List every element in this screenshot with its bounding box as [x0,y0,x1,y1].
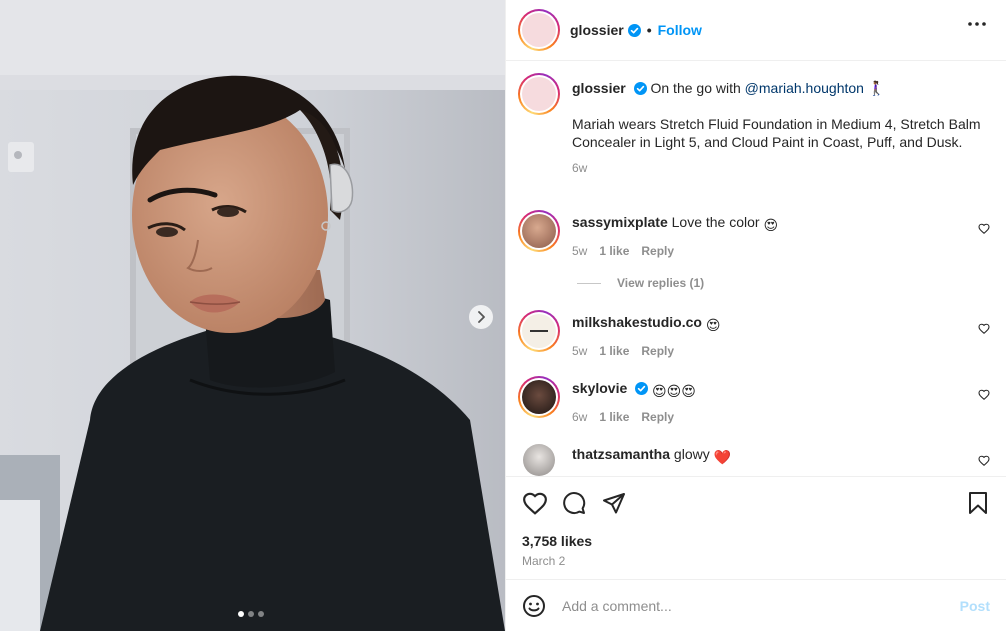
comment-time[interactable]: 6w [572,408,587,426]
comment-avatar[interactable] [518,376,560,418]
comment-input[interactable] [562,597,960,614]
caption: glossier On the go with @mariah.houghton… [518,73,992,177]
instagram-post: glossier • Follow glossier On the go wit… [0,0,1006,631]
carousel-dot [258,611,264,617]
post-comment-button[interactable]: Post [960,598,990,614]
avatar-image [522,13,556,47]
comment-text: Love the color [671,214,760,230]
post-header: glossier • Follow [506,0,1006,61]
avatar-image [522,314,556,348]
post-photo [0,0,505,631]
carousel-dot [248,611,254,617]
comment-like-heart-icon[interactable] [978,389,990,400]
post-date: March 2 [522,554,566,568]
comment-bubble-icon[interactable] [562,491,586,515]
comment-username[interactable]: skylovie [572,380,627,396]
caption-emoji: 🚶🏾‍♀️ [867,80,886,96]
comment-avatar[interactable] [523,444,555,476]
comment-emoji: 😍😍😍 [652,383,696,399]
more-options-icon[interactable] [968,22,986,26]
carousel-next-button[interactable] [469,305,493,329]
verified-badge-icon [635,382,649,395]
comment-item: sassymixplate Love the color 😍 5w 1 like R… [518,210,992,260]
comment-like-heart-icon[interactable] [978,223,990,234]
author-username[interactable]: glossier [570,22,624,38]
caption-mention[interactable]: @mariah.houghton [745,80,864,96]
replies-divider [577,282,601,284]
comment-like-heart-icon[interactable] [978,323,990,334]
comment-avatar[interactable] [518,310,560,352]
author-avatar[interactable] [518,9,560,51]
comment-like-heart-icon[interactable] [978,455,990,466]
reply-button[interactable]: Reply [641,342,674,360]
header-separator: • [646,22,652,38]
post-side-panel: glossier • Follow glossier On the go wit… [505,0,1006,631]
avatar-image [522,214,556,248]
carousel-dot-active [238,611,244,617]
comment-username[interactable]: sassymixplate [572,214,668,230]
save-bookmark-icon[interactable] [968,491,988,515]
reply-button[interactable]: Reply [641,242,674,260]
caption-avatar[interactable] [518,73,560,115]
caption-username[interactable]: glossier [572,80,626,96]
emoji-smiley-icon[interactable] [522,594,546,618]
avatar-image [522,380,556,414]
like-heart-icon[interactable] [522,491,548,515]
caption-time[interactable]: 6w [572,159,587,177]
comment-like-count[interactable]: 1 like [599,342,629,360]
post-media[interactable] [0,0,505,631]
comment-text: glowy [673,446,710,462]
comment-username[interactable]: milkshakestudio.co [572,314,702,330]
post-actions: 3,758 likes March 2 [506,476,1006,579]
comment-time[interactable]: 5w [572,242,587,260]
comment-like-count[interactable]: 1 like [599,408,629,426]
add-comment-bar: Post [506,579,1006,631]
avatar-image [522,77,556,111]
verified-badge-icon [633,82,647,95]
carousel-indicator [238,611,264,617]
comment-item: milkshakestudio.co 😍 5w 1 like Reply [518,310,992,360]
comment-emoji: 😍 [763,217,779,233]
view-replies-button[interactable]: View replies (1) [577,276,704,290]
verified-badge-icon [627,23,641,37]
comment-time[interactable]: 5w [572,342,587,360]
comment-item: thatzsamantha glowy ❤️ [518,442,992,476]
reply-button[interactable]: Reply [641,408,674,426]
comments-area[interactable]: glossier On the go with @mariah.houghton… [506,61,1006,476]
comment-avatar[interactable] [518,210,560,252]
share-send-icon[interactable] [602,491,626,515]
comment-item: skylovie 😍😍😍 6w 1 like Reply [518,376,992,426]
follow-button[interactable]: Follow [658,22,702,38]
caption-text: On the go with [650,80,745,96]
comment-emoji: 😍 [705,317,721,333]
comment-username[interactable]: thatzsamantha [572,446,670,462]
chevron-right-icon [478,311,485,323]
view-replies-label: View replies (1) [617,276,705,290]
likes-count[interactable]: 3,758 likes [522,533,592,549]
comment-like-count[interactable]: 1 like [599,242,629,260]
comment-emoji: ❤️ [713,449,732,465]
caption-paragraph: Mariah wears Stretch Fluid Foundation in… [572,116,981,150]
